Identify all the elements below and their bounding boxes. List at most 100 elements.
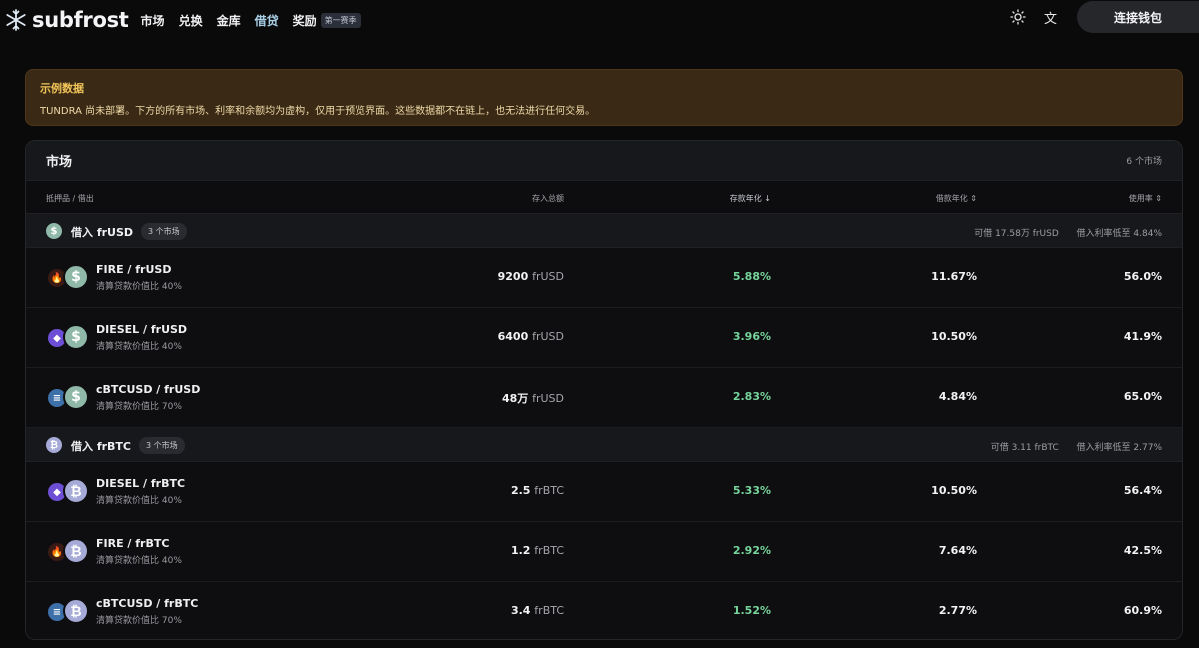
utilization: 56.0%	[1123, 270, 1162, 283]
borrow-apy: 10.50%	[931, 484, 977, 497]
nav-rewards[interactable]: 奖励	[293, 12, 317, 29]
banner-title: 示例数据	[40, 82, 84, 95]
markets-card: 市场 6 个市场 抵押品 / 借出 存入总额 存款年化 ↓ 借款年化 ⇕ 使用率…	[25, 140, 1183, 640]
borrow-apy: 4.84%	[938, 390, 977, 403]
banner-text: TUNDRA 尚未部署。下方的所有市场、利率和余额均为虚构，仅用于预览界面。这些…	[40, 106, 596, 117]
market-row[interactable]: 🔥 $ FIRE / frUSD 清算贷款价值比 40% 9200 frUSD …	[26, 248, 1182, 308]
pair-name: DIESEL / frBTC	[96, 477, 186, 490]
pair-icons: ◆ $	[46, 324, 89, 350]
pair-ltv: 清算贷款价值比 40%	[96, 556, 182, 566]
pair-name: cBTCUSD / frUSD	[96, 383, 201, 396]
group-min-rate: 借入利率低至 4.84%	[1076, 229, 1162, 239]
utilization: 65.0%	[1123, 390, 1162, 403]
sun-icon[interactable]	[1010, 9, 1026, 25]
pair-icons: ≡ $	[46, 384, 89, 410]
supply-unit: frBTC	[534, 484, 564, 497]
brand-name: subfrost	[32, 8, 129, 32]
utilization: 42.5%	[1123, 544, 1162, 557]
markets-header: 市场 6 个市场	[26, 141, 1182, 181]
pair-ltv: 清算贷款价值比 70%	[96, 402, 182, 412]
col-utilization[interactable]: 使用率 ⇕	[1129, 193, 1162, 204]
nav-lending[interactable]: 借贷	[255, 12, 279, 29]
supply-value: 1.2	[510, 544, 531, 557]
supply-value: 2.5	[510, 484, 531, 497]
total-supply: 6400 frUSD	[498, 330, 564, 343]
pair-name: cBTCUSD / frBTC	[96, 597, 199, 610]
total-supply: 3.4 frBTC	[511, 604, 564, 617]
supply-unit: frUSD	[532, 270, 564, 283]
pair-ltv: 清算贷款价值比 40%	[96, 282, 182, 292]
nav-swap[interactable]: 兑换	[179, 12, 203, 29]
nav-market[interactable]: 市场	[141, 12, 165, 29]
supply-value: 9200	[497, 270, 529, 283]
group-market-count: 3 个市场	[141, 223, 187, 240]
market-group-header: $ 借入 frUSD 3 个市场 可借 17.58万 frUSD 借入利率低至 …	[26, 214, 1182, 248]
brand-logo[interactable]: subfrost	[4, 8, 129, 32]
markets-title: 市场	[46, 155, 73, 170]
group-available: 可借 3.11 frBTC	[990, 443, 1059, 453]
total-supply: 9200 frUSD	[498, 270, 564, 283]
group-min-rate: 借入利率低至 2.77%	[1076, 443, 1162, 453]
borrow-apy: 10.50%	[931, 330, 977, 343]
borrow-apy: 7.64%	[938, 544, 977, 557]
col-supply-apy[interactable]: 存款年化 ↓	[730, 193, 771, 204]
utilization: 56.4%	[1123, 484, 1162, 497]
market-row[interactable]: 🔥 ₿ FIRE / frBTC 清算贷款价值比 40% 1.2 frBTC 2…	[26, 522, 1182, 582]
utilization: 60.9%	[1123, 604, 1162, 617]
supply-apy: 5.33%	[732, 484, 771, 497]
supply-unit: frBTC	[534, 544, 564, 557]
sample-data-banner: 示例数据 TUNDRA 尚未部署。下方的所有市场、利率和余额均为虚构，仅用于预览…	[25, 69, 1183, 126]
pair-icons: 🔥 ₿	[46, 538, 89, 564]
market-row[interactable]: ◆ ₿ DIESEL / frBTC 清算贷款价值比 40% 2.5 frBTC…	[26, 462, 1182, 522]
top-nav: subfrost 市场 兑换 金库 借贷 奖励 第一赛季 文 连接钱包	[0, 0, 1199, 40]
supply-unit: frBTC	[534, 604, 564, 617]
col-borrow-apy[interactable]: 借款年化 ⇕	[936, 193, 977, 204]
frusd-icon: $	[63, 264, 89, 290]
pair-ltv: 清算贷款价值比 40%	[96, 496, 182, 506]
market-row[interactable]: ≡ ₿ cBTCUSD / frBTC 清算贷款价值比 70% 3.4 frBT…	[26, 582, 1182, 639]
group-label: 借入 frBTC	[71, 440, 132, 453]
season-badge: 第一赛季	[320, 12, 361, 28]
group-available: 可借 17.58万 frUSD	[974, 229, 1059, 239]
supply-apy: 2.83%	[732, 390, 771, 403]
market-row[interactable]: ≡ $ cBTCUSD / frUSD 清算贷款价值比 70% 48万 frUS…	[26, 368, 1182, 428]
pair-name: FIRE / frUSD	[96, 263, 172, 276]
frbtc-icon: ₿	[63, 478, 89, 504]
frbtc-icon: ₿	[63, 538, 89, 564]
col-pair: 抵押品 / 借出	[46, 194, 94, 203]
supply-apy: 1.52%	[732, 604, 771, 617]
language-toggle[interactable]: 文	[1044, 8, 1057, 27]
supply-unit: frUSD	[532, 330, 564, 343]
group-summary: 可借 3.11 frBTC 借入利率低至 2.77%	[991, 440, 1162, 453]
pair-ltv: 清算贷款价值比 40%	[96, 342, 182, 352]
frusd-icon: $	[63, 384, 89, 410]
col-supply[interactable]: 存入总额	[532, 193, 564, 204]
borrow-apy: 2.77%	[938, 604, 977, 617]
market-row[interactable]: ◆ $ DIESEL / frUSD 清算贷款价值比 40% 6400 frUS…	[26, 308, 1182, 368]
utilization: 41.9%	[1123, 330, 1162, 343]
column-headers: 抵押品 / 借出 存入总额 存款年化 ↓ 借款年化 ⇕ 使用率 ⇕	[26, 181, 1182, 214]
market-group-header: ₿ 借入 frBTC 3 个市场 可借 3.11 frBTC 借入利率低至 2.…	[26, 428, 1182, 462]
frbtc-icon: ₿	[63, 598, 89, 624]
nav-vaults[interactable]: 金库	[217, 12, 241, 29]
snowflake-icon	[6, 9, 26, 31]
supply-unit: frUSD	[532, 392, 564, 405]
pair-name: DIESEL / frUSD	[96, 323, 188, 336]
pair-icons: ◆ ₿	[46, 478, 89, 504]
pair-name: FIRE / frBTC	[96, 537, 170, 550]
connect-wallet-button[interactable]: 连接钱包	[1077, 1, 1199, 33]
supply-apy: 3.96%	[732, 330, 771, 343]
borrow-apy: 11.67%	[931, 270, 977, 283]
pair-icons: ≡ ₿	[46, 598, 89, 624]
bitcoin-icon: ₿	[46, 437, 62, 453]
total-supply: 48万 frUSD	[502, 390, 564, 406]
supply-value: 6400	[497, 330, 529, 343]
total-supply: 1.2 frBTC	[511, 544, 564, 557]
pair-icons: 🔥 $	[46, 264, 89, 290]
pair-ltv: 清算贷款价值比 70%	[96, 616, 182, 626]
supply-apy: 5.88%	[732, 270, 771, 283]
supply-apy: 2.92%	[732, 544, 771, 557]
dollar-icon: $	[46, 223, 62, 239]
total-supply: 2.5 frBTC	[511, 484, 564, 497]
group-summary: 可借 17.58万 frUSD 借入利率低至 4.84%	[974, 226, 1162, 239]
